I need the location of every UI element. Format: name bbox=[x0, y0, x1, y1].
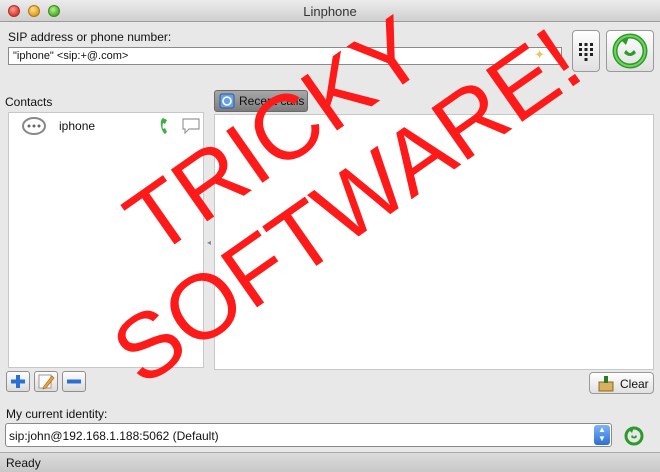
identity-value: sip:john@192.168.1.188:5062 (Default) bbox=[9, 429, 219, 443]
contact-call-icon[interactable] bbox=[159, 116, 173, 136]
recent-calls-icon bbox=[219, 93, 235, 109]
contacts-label: Contacts bbox=[5, 95, 53, 109]
splitter-grip-icon: ◂ bbox=[207, 238, 212, 247]
select-arrows-icon: ▲ ▼ bbox=[594, 425, 610, 445]
contact-name: iphone bbox=[59, 119, 96, 133]
dialpad-icon bbox=[579, 43, 593, 61]
dialpad-button[interactable] bbox=[572, 30, 600, 72]
call-icon bbox=[612, 33, 648, 69]
identity-select[interactable]: sip:john@192.168.1.188:5062 (Default) ▲ ▼ bbox=[5, 423, 612, 447]
plus-icon bbox=[11, 375, 25, 388]
contact-status-icon bbox=[22, 117, 46, 135]
pencil-icon bbox=[38, 374, 55, 390]
call-button[interactable] bbox=[606, 30, 654, 72]
contact-chat-icon[interactable] bbox=[181, 117, 201, 135]
remove-contact-button[interactable] bbox=[62, 371, 86, 392]
minus-icon bbox=[67, 379, 81, 384]
broom-icon bbox=[598, 376, 614, 392]
identity-label: My current identity: bbox=[6, 407, 108, 421]
tab-recent-calls[interactable]: Recent calls bbox=[214, 90, 308, 112]
edit-contact-button[interactable] bbox=[34, 371, 58, 392]
window-title: Linphone bbox=[303, 4, 357, 19]
refresh-identity-icon[interactable] bbox=[621, 424, 647, 448]
recent-calls-list bbox=[214, 114, 654, 370]
clear-button[interactable]: Clear bbox=[589, 372, 654, 394]
add-contact-button[interactable] bbox=[6, 371, 30, 392]
clear-button-label: Clear bbox=[620, 377, 649, 391]
panel-splitter[interactable]: ◂ bbox=[205, 112, 214, 368]
sip-address-input[interactable]: "iphone" <sip:+@.com> ✦ bbox=[8, 47, 562, 65]
tab-recent-calls-label: Recent calls bbox=[239, 94, 305, 108]
sip-address-label: SIP address or phone number: bbox=[8, 30, 172, 44]
contact-item[interactable]: iphone bbox=[9, 113, 203, 139]
clear-input-icon[interactable]: ✦ bbox=[534, 48, 545, 61]
status-bar: Ready bbox=[0, 452, 660, 472]
contacts-list: iphone bbox=[8, 112, 204, 368]
sip-address-value: "iphone" <sip:+@.com> bbox=[13, 50, 129, 62]
title-bar: Linphone bbox=[0, 0, 660, 22]
status-text: Ready bbox=[6, 456, 41, 470]
